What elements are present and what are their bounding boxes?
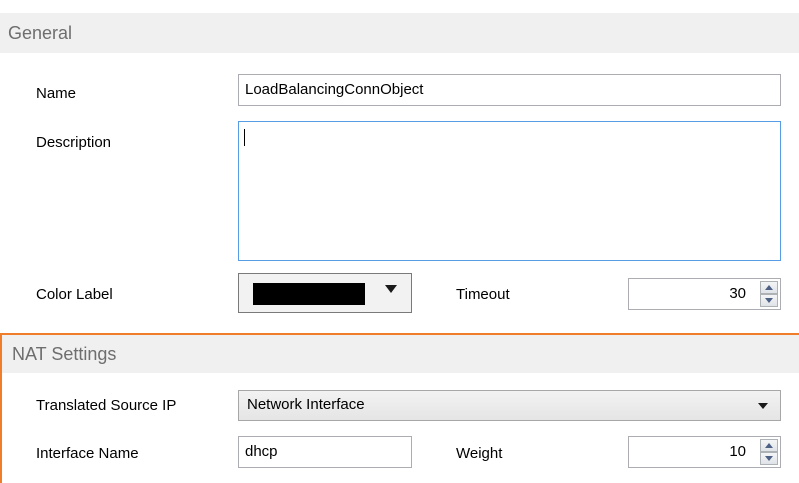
color-swatch	[253, 283, 365, 305]
name-input[interactable]: LoadBalancingConnObject	[238, 74, 781, 106]
general-section-header: General	[0, 13, 799, 53]
text-caret	[244, 129, 245, 146]
weight-label: Weight	[456, 445, 503, 462]
translated-source-ip-value: Network Interface	[247, 396, 365, 413]
general-header-title: General	[8, 23, 73, 43]
timeout-decrement-button[interactable]	[760, 294, 778, 307]
chevron-down-icon	[758, 403, 768, 409]
description-label: Description	[36, 134, 112, 151]
arrow-down-icon	[765, 456, 773, 461]
interface-name-label: Interface Name	[36, 445, 139, 462]
nat-section-header: NAT Settings	[2, 335, 799, 373]
nat-header-title: NAT Settings	[12, 344, 117, 364]
chevron-down-icon	[385, 285, 397, 293]
weight-spin-buttons	[760, 439, 778, 465]
timeout-spin-buttons	[760, 281, 778, 307]
weight-decrement-button[interactable]	[760, 452, 778, 465]
translated-source-ip-dropdown[interactable]: Network Interface	[238, 390, 781, 421]
description-textarea[interactable]	[238, 121, 781, 261]
weight-spinbox[interactable]: 10	[628, 436, 781, 468]
timeout-value: 30	[729, 285, 746, 302]
color-label-label: Color Label	[36, 286, 113, 303]
arrow-down-icon	[765, 298, 773, 303]
weight-increment-button[interactable]	[760, 439, 778, 452]
weight-value: 10	[729, 443, 746, 460]
timeout-increment-button[interactable]	[760, 281, 778, 294]
timeout-spinbox[interactable]: 30	[628, 278, 781, 310]
color-label-dropdown[interactable]	[238, 273, 412, 313]
timeout-label: Timeout	[456, 286, 510, 303]
translated-source-ip-label: Translated Source IP	[36, 397, 177, 414]
arrow-up-icon	[765, 443, 773, 448]
arrow-up-icon	[765, 285, 773, 290]
name-label: Name	[36, 85, 77, 102]
interface-name-input[interactable]: dhcp	[238, 436, 412, 468]
